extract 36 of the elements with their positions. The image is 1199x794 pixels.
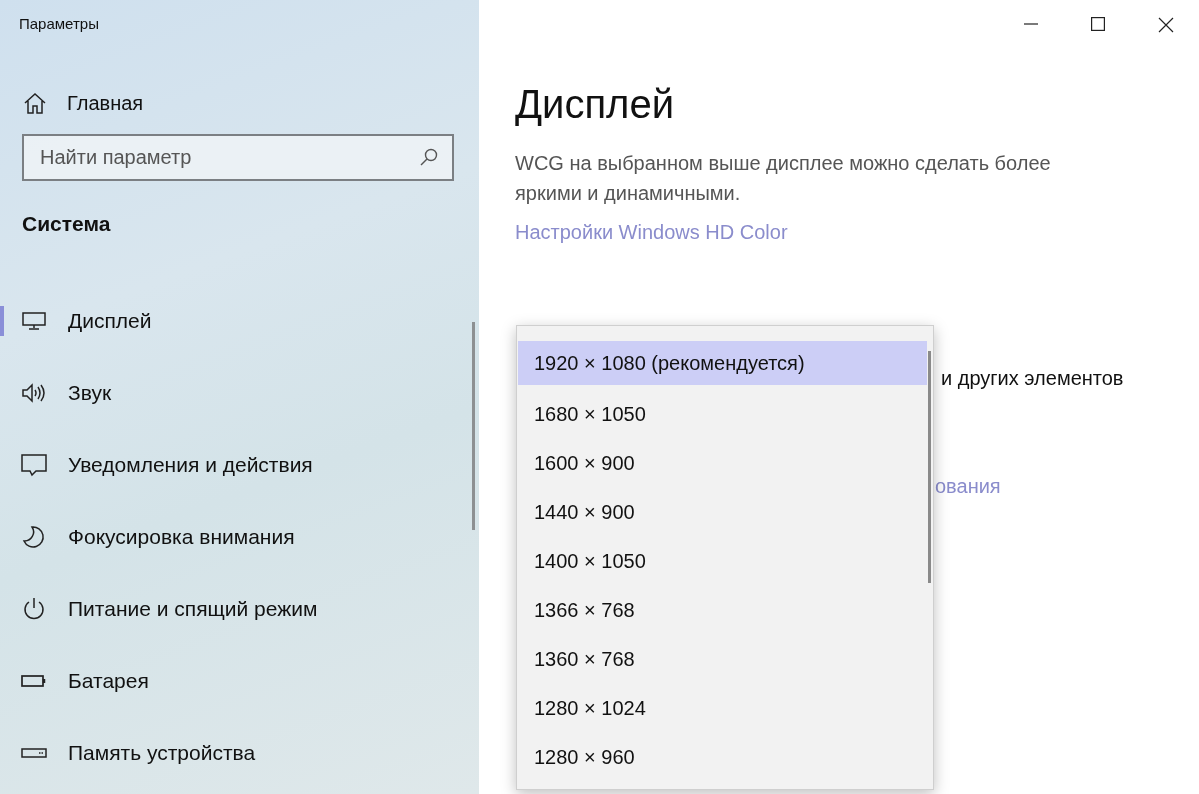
dropdown-option[interactable]: 1360 × 768: [518, 635, 927, 684]
power-icon: [22, 597, 46, 621]
message-icon: [21, 453, 47, 477]
search-field[interactable]: Найти параметр: [22, 134, 454, 181]
monitor-icon: [22, 311, 46, 331]
sidebar-item[interactable]: Звук: [0, 357, 479, 429]
page-title: Дисплей: [515, 81, 676, 128]
section-heading: Система: [22, 212, 112, 237]
dropdown-option[interactable]: 1600 × 900: [518, 439, 927, 488]
moon-icon: [22, 525, 46, 549]
drive-icon: [21, 747, 47, 759]
sidebar-item[interactable]: Батарея: [0, 645, 479, 717]
home-icon: [23, 92, 47, 114]
sidebar-item[interactable]: Фокусировка внимания: [0, 501, 479, 573]
search-icon: [420, 148, 438, 166]
dropdown-option[interactable]: 1280 × 960: [518, 733, 927, 782]
dropdown-option[interactable]: 1366 × 768: [518, 586, 927, 635]
dropdown-option[interactable]: 1920 × 1080 (рекомендуется): [518, 341, 927, 385]
scrollbar[interactable]: [928, 351, 931, 583]
maximize-icon[interactable]: [1091, 17, 1105, 31]
dropdown-option[interactable]: 1400 × 1050: [518, 537, 927, 586]
sidebar-item[interactable]: Память устройства: [0, 717, 479, 789]
sidebar-item[interactable]: Дисплей: [0, 285, 479, 357]
setting-text: и других элементов: [941, 367, 1125, 391]
speaker-icon: [21, 382, 47, 404]
battery-icon: [21, 674, 47, 688]
dropdown-option[interactable]: 1280 × 1024: [518, 684, 927, 733]
close-icon[interactable]: [1158, 17, 1174, 33]
dropdown-option[interactable]: 1680 × 1050: [518, 390, 927, 439]
description-text: WCG на выбранном выше дисплее можно сделать более яркими и динамичными.: [515, 151, 1052, 206]
sidebar-item[interactable]: Уведомления и действия: [0, 429, 479, 501]
scrollbar[interactable]: [472, 322, 475, 530]
window-title: Параметры: [18, 14, 100, 34]
home-link[interactable]: Главная: [23, 88, 479, 118]
dropdown-option[interactable]: 1440 × 900: [518, 488, 927, 537]
sidebar-item[interactable]: Питание и спящий режим: [0, 573, 479, 645]
